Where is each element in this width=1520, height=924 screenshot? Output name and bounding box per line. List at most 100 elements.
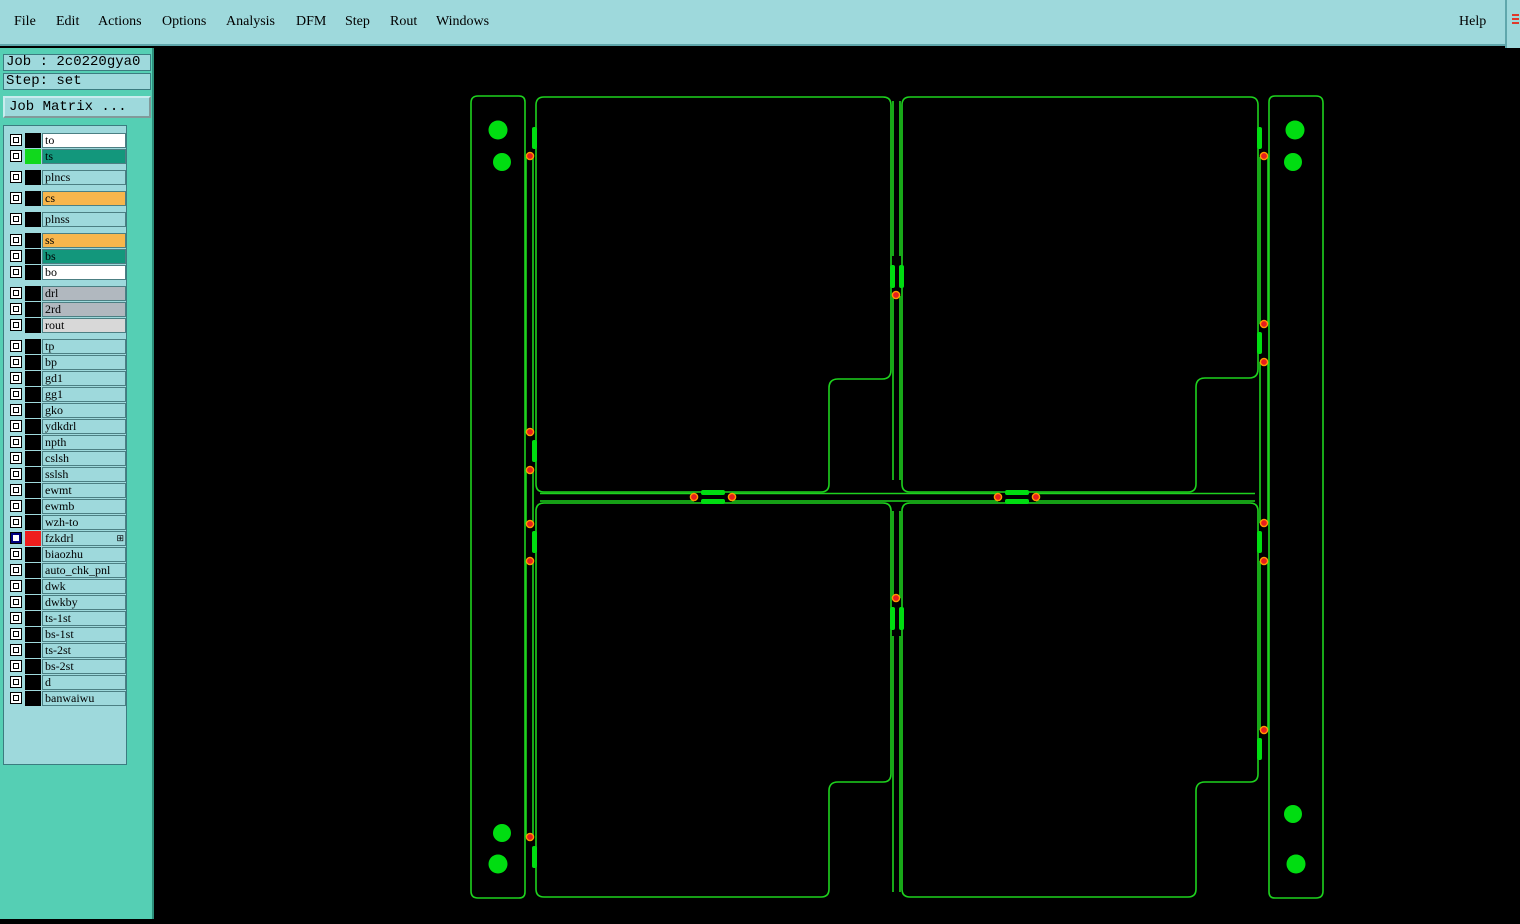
layer-checkbox[interactable] bbox=[10, 340, 22, 352]
layer-color-swatch[interactable] bbox=[25, 531, 41, 546]
layer-row-fzkdrl[interactable]: fzkdrl ⊞ bbox=[7, 531, 126, 546]
layer-checkbox[interactable] bbox=[10, 532, 22, 544]
layer-checkbox[interactable] bbox=[10, 250, 22, 262]
layer-name[interactable]: ss bbox=[42, 233, 126, 248]
layer-name[interactable]: bo bbox=[42, 265, 126, 280]
layer-row-rout[interactable]: rout bbox=[7, 318, 126, 333]
layer-checkbox[interactable] bbox=[10, 303, 22, 315]
layer-name[interactable]: gd1 bbox=[42, 371, 126, 386]
layer-checkbox[interactable] bbox=[10, 319, 22, 331]
layer-color-swatch[interactable] bbox=[25, 286, 41, 301]
layer-name[interactable]: fzkdrl ⊞ bbox=[42, 531, 126, 546]
layer-name[interactable]: wzh-to bbox=[42, 515, 126, 530]
layer-checkbox[interactable] bbox=[10, 596, 22, 608]
layer-name[interactable]: gg1 bbox=[42, 387, 126, 402]
layer-checkbox[interactable] bbox=[10, 356, 22, 368]
layer-name[interactable]: cs bbox=[42, 191, 126, 206]
layer-row-2rd[interactable]: 2rd bbox=[7, 302, 126, 317]
job-matrix-button[interactable]: Job Matrix ... bbox=[3, 96, 151, 118]
layer-checkbox[interactable] bbox=[10, 150, 22, 162]
layer-checkbox[interactable] bbox=[10, 628, 22, 640]
layer-row-ydkdrl[interactable]: ydkdrl bbox=[7, 419, 126, 434]
layer-color-swatch[interactable] bbox=[25, 691, 41, 706]
layer-row-bo[interactable]: bo bbox=[7, 265, 126, 280]
layer-row-tp[interactable]: tp bbox=[7, 339, 126, 354]
layer-color-swatch[interactable] bbox=[25, 499, 41, 514]
menu-edit[interactable]: Edit bbox=[56, 14, 79, 30]
layer-row-ts[interactable]: ts bbox=[7, 149, 126, 164]
layer-row-ewmb[interactable]: ewmb bbox=[7, 499, 126, 514]
layer-checkbox[interactable] bbox=[10, 213, 22, 225]
layer-checkbox[interactable] bbox=[10, 436, 22, 448]
layer-name[interactable]: 2rd bbox=[42, 302, 126, 317]
menu-dfm[interactable]: DFM bbox=[296, 14, 326, 30]
layer-row-ts-2st[interactable]: ts-2st bbox=[7, 643, 126, 658]
layer-row-ts-1st[interactable]: ts-1st bbox=[7, 611, 126, 626]
layer-checkbox[interactable] bbox=[10, 500, 22, 512]
layer-color-swatch[interactable] bbox=[25, 467, 41, 482]
layer-name[interactable]: auto_chk_pnl bbox=[42, 563, 126, 578]
layer-color-swatch[interactable] bbox=[25, 563, 41, 578]
layer-checkbox[interactable] bbox=[10, 516, 22, 528]
layer-name[interactable]: sslsh bbox=[42, 467, 126, 482]
layer-name[interactable]: banwaiwu bbox=[42, 691, 126, 706]
layer-row-wzh-to[interactable]: wzh-to bbox=[7, 515, 126, 530]
layer-color-swatch[interactable] bbox=[25, 451, 41, 466]
layer-color-swatch[interactable] bbox=[25, 233, 41, 248]
layer-row-bs[interactable]: bs bbox=[7, 249, 126, 264]
layer-row-dwk[interactable]: dwk bbox=[7, 579, 126, 594]
menu-step[interactable]: Step bbox=[345, 14, 370, 30]
layer-row-bs-2st[interactable]: bs-2st bbox=[7, 659, 126, 674]
layer-color-swatch[interactable] bbox=[25, 265, 41, 280]
layer-color-swatch[interactable] bbox=[25, 170, 41, 185]
layer-row-gd1[interactable]: gd1 bbox=[7, 371, 126, 386]
layer-name[interactable]: rout bbox=[42, 318, 126, 333]
layer-color-swatch[interactable] bbox=[25, 675, 41, 690]
layer-checkbox[interactable] bbox=[10, 287, 22, 299]
layer-name[interactable]: to bbox=[42, 133, 126, 148]
layer-checkbox[interactable] bbox=[10, 548, 22, 560]
layer-name[interactable]: bs-2st bbox=[42, 659, 126, 674]
menu-help[interactable]: Help bbox=[1459, 14, 1486, 30]
layer-color-swatch[interactable] bbox=[25, 659, 41, 674]
layer-checkbox[interactable] bbox=[10, 171, 22, 183]
layer-name[interactable]: npth bbox=[42, 435, 126, 450]
layer-color-swatch[interactable] bbox=[25, 403, 41, 418]
layer-color-swatch[interactable] bbox=[25, 547, 41, 562]
layer-checkbox[interactable] bbox=[10, 266, 22, 278]
layer-color-swatch[interactable] bbox=[25, 133, 41, 148]
layer-row-auto_chk_pnl[interactable]: auto_chk_pnl bbox=[7, 563, 126, 578]
layer-color-swatch[interactable] bbox=[25, 149, 41, 164]
layer-color-swatch[interactable] bbox=[25, 387, 41, 402]
layer-color-swatch[interactable] bbox=[25, 318, 41, 333]
layer-checkbox[interactable] bbox=[10, 134, 22, 146]
layer-checkbox[interactable] bbox=[10, 644, 22, 656]
layer-checkbox[interactable] bbox=[10, 484, 22, 496]
layer-row-cslsh[interactable]: cslsh bbox=[7, 451, 126, 466]
layer-row-dwkby[interactable]: dwkby bbox=[7, 595, 126, 610]
layer-name[interactable]: plncs bbox=[42, 170, 126, 185]
layer-color-swatch[interactable] bbox=[25, 191, 41, 206]
layer-color-swatch[interactable] bbox=[25, 249, 41, 264]
menu-actions[interactable]: Actions bbox=[98, 14, 142, 30]
layer-row-plnss[interactable]: plnss bbox=[7, 212, 126, 227]
layer-row-gko[interactable]: gko bbox=[7, 403, 126, 418]
layer-row-d[interactable]: d bbox=[7, 675, 126, 690]
layer-name[interactable]: ewmt bbox=[42, 483, 126, 498]
layer-color-swatch[interactable] bbox=[25, 371, 41, 386]
layer-name[interactable]: bp bbox=[42, 355, 126, 370]
layer-row-sslsh[interactable]: sslsh bbox=[7, 467, 126, 482]
layer-color-swatch[interactable] bbox=[25, 419, 41, 434]
layer-name[interactable]: dwk bbox=[42, 579, 126, 594]
layer-checkbox[interactable] bbox=[10, 676, 22, 688]
layer-color-swatch[interactable] bbox=[25, 435, 41, 450]
layer-checkbox[interactable] bbox=[10, 660, 22, 672]
layer-row-drl[interactable]: drl bbox=[7, 286, 126, 301]
layer-color-swatch[interactable] bbox=[25, 627, 41, 642]
graphic-canvas[interactable] bbox=[156, 52, 1520, 919]
layer-row-cs[interactable]: cs bbox=[7, 191, 126, 206]
layer-name[interactable]: ewmb bbox=[42, 499, 126, 514]
layer-color-swatch[interactable] bbox=[25, 212, 41, 227]
layer-row-gg1[interactable]: gg1 bbox=[7, 387, 126, 402]
layer-checkbox[interactable] bbox=[10, 420, 22, 432]
